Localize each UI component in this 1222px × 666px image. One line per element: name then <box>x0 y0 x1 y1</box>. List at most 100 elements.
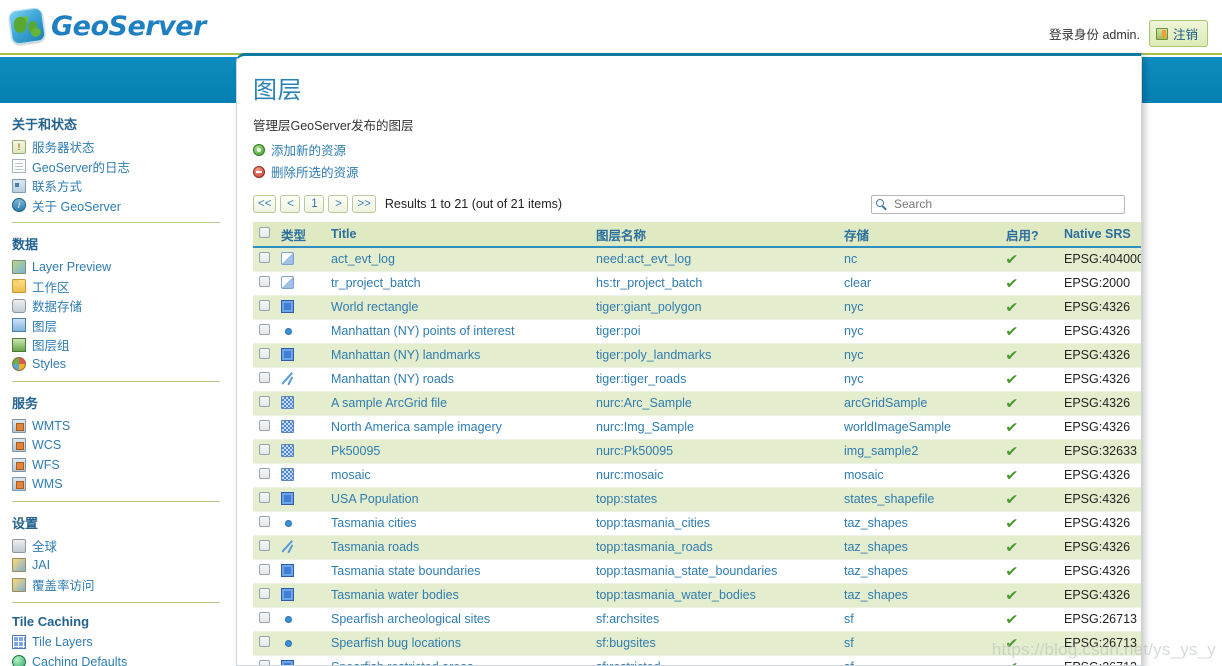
sidebar-item-wmts[interactable]: WMTS <box>12 416 232 436</box>
sidebar-item-[interactable]: 图层 <box>12 316 232 336</box>
row-checkbox[interactable] <box>259 468 270 479</box>
row-layer-name[interactable]: tiger:poly_landmarks <box>590 343 838 368</box>
row-checkbox[interactable] <box>259 444 270 455</box>
row-store-link[interactable]: nc <box>838 247 1000 272</box>
row-store-link[interactable]: nyc <box>838 367 1000 392</box>
row-title-link[interactable]: act_evt_log <box>325 247 590 272</box>
col-layer-name[interactable]: 图层名称 <box>590 222 838 248</box>
row-layer-name[interactable]: topp:states <box>590 487 838 512</box>
row-checkbox[interactable] <box>259 492 270 503</box>
row-checkbox[interactable] <box>259 252 270 264</box>
add-resource-link[interactable]: 添加新的资源 <box>253 140 1125 159</box>
row-title-link[interactable]: Tasmania state boundaries <box>325 559 590 584</box>
row-store-link[interactable]: taz_shapes <box>838 511 1000 536</box>
row-title-link[interactable]: Spearfish bug locations <box>325 631 590 656</box>
sidebar-item-[interactable]: 数据存储 <box>12 296 232 316</box>
row-checkbox[interactable] <box>259 348 270 359</box>
row-title-link[interactable]: Pk50095 <box>325 439 590 464</box>
sidebar-item-wcs[interactable]: WCS <box>12 436 232 456</box>
row-checkbox[interactable] <box>259 420 270 431</box>
row-store-link[interactable]: taz_shapes <box>838 583 1000 608</box>
row-store-link[interactable]: sf <box>838 607 1000 632</box>
row-store-link[interactable]: nyc <box>838 343 1000 368</box>
col-store[interactable]: 存储 <box>838 222 1000 248</box>
sidebar-item-[interactable]: 工作区 <box>12 277 232 297</box>
select-all-checkbox[interactable] <box>259 227 270 238</box>
row-title-link[interactable]: North America sample imagery <box>325 415 590 440</box>
row-layer-name[interactable]: topp:tasmania_cities <box>590 511 838 536</box>
row-title-link[interactable]: Tasmania cities <box>325 511 590 536</box>
pager-first-button[interactable]: << <box>253 195 277 213</box>
row-store-link[interactable]: clear <box>838 271 1000 296</box>
row-store-link[interactable]: taz_shapes <box>838 535 1000 560</box>
row-layer-name[interactable]: tiger:tiger_roads <box>590 367 838 392</box>
row-checkbox[interactable] <box>259 612 270 623</box>
row-checkbox[interactable] <box>259 300 270 311</box>
pager-page-1-button[interactable]: 1 <box>304 195 325 213</box>
row-store-link[interactable]: sf <box>838 655 1000 665</box>
sidebar-item-geoserver[interactable]: 关于 GeoServer <box>12 196 232 216</box>
row-title-link[interactable]: A sample ArcGrid file <box>325 391 590 416</box>
row-layer-name[interactable]: sf:bugsites <box>590 631 838 656</box>
row-checkbox[interactable] <box>259 396 270 407</box>
row-layer-name[interactable]: sf:restricted <box>590 655 838 665</box>
row-title-link[interactable]: Manhattan (NY) landmarks <box>325 343 590 368</box>
row-title-link[interactable]: World rectangle <box>325 295 590 320</box>
row-layer-name[interactable]: nurc:mosaic <box>590 463 838 488</box>
logout-button[interactable]: 注销 <box>1148 20 1208 47</box>
pager-last-button[interactable]: >> <box>352 195 376 213</box>
row-store-link[interactable]: taz_shapes <box>838 559 1000 584</box>
row-store-link[interactable]: mosaic <box>838 463 1000 488</box>
sidebar-item-layer-preview[interactable]: Layer Preview <box>12 257 232 277</box>
row-layer-name[interactable]: topp:tasmania_state_boundaries <box>590 559 838 584</box>
row-store-link[interactable]: img_sample2 <box>838 439 1000 464</box>
row-layer-name[interactable]: nurc:Img_Sample <box>590 415 838 440</box>
row-layer-name[interactable]: nurc:Pk50095 <box>590 439 838 464</box>
col-title[interactable]: Title <box>325 222 590 248</box>
row-title-link[interactable]: Tasmania water bodies <box>325 583 590 608</box>
row-checkbox[interactable] <box>259 564 270 575</box>
row-layer-name[interactable]: topp:tasmania_water_bodies <box>590 583 838 608</box>
pager-next-button[interactable]: > <box>328 195 349 213</box>
row-layer-name[interactable]: need:act_evt_log <box>590 247 838 272</box>
row-title-link[interactable]: Manhattan (NY) points of interest <box>325 319 590 344</box>
row-title-link[interactable]: Spearfish archeological sites <box>325 607 590 632</box>
row-checkbox[interactable] <box>259 588 270 599</box>
row-layer-name[interactable]: tiger:giant_polygon <box>590 295 838 320</box>
sidebar-item-[interactable]: 图层组 <box>12 335 232 355</box>
remove-resource-link[interactable]: 删除所选的资源 <box>253 162 1125 181</box>
row-checkbox[interactable] <box>259 636 270 647</box>
sidebar-item-wfs[interactable]: WFS <box>12 455 232 475</box>
row-title-link[interactable]: Spearfish restricted areas <box>325 655 590 665</box>
row-checkbox[interactable] <box>259 324 270 335</box>
row-layer-name[interactable]: topp:tasmania_roads <box>590 535 838 560</box>
pager-prev-button[interactable]: < <box>280 195 301 213</box>
row-layer-name[interactable]: tiger:poi <box>590 319 838 344</box>
row-title-link[interactable]: USA Population <box>325 487 590 512</box>
row-checkbox[interactable] <box>259 276 270 287</box>
sidebar-item-caching-defaults[interactable]: Caching Defaults <box>12 652 232 666</box>
col-enabled[interactable]: 启用? <box>1000 222 1058 248</box>
row-title-link[interactable]: tr_project_batch <box>325 271 590 296</box>
row-layer-name[interactable]: nurc:Arc_Sample <box>590 391 838 416</box>
col-type[interactable]: 类型 <box>275 222 325 248</box>
row-store-link[interactable]: worldImageSample <box>838 415 1000 440</box>
search-input[interactable] <box>871 194 1125 214</box>
sidebar-item-[interactable]: 服务器状态 <box>12 137 232 157</box>
sidebar-item-[interactable]: 覆盖率访问 <box>12 575 232 595</box>
row-checkbox[interactable] <box>259 516 270 527</box>
sidebar-item-tile-layers[interactable]: Tile Layers <box>12 633 232 653</box>
row-title-link[interactable]: mosaic <box>325 463 590 488</box>
row-title-link[interactable]: Tasmania roads <box>325 535 590 560</box>
row-store-link[interactable]: arcGridSample <box>838 391 1000 416</box>
sidebar-item-[interactable]: 全球 <box>12 536 232 556</box>
sidebar-item-wms[interactable]: WMS <box>12 475 232 495</box>
row-checkbox[interactable] <box>259 660 270 665</box>
sidebar-item-geoserver[interactable]: GeoServer的日志 <box>12 157 232 177</box>
sidebar-item-styles[interactable]: Styles <box>12 355 232 375</box>
sidebar-item-jai[interactable]: JAI <box>12 556 232 576</box>
row-store-link[interactable]: nyc <box>838 319 1000 344</box>
row-layer-name[interactable]: hs:tr_project_batch <box>590 271 838 296</box>
row-store-link[interactable]: nyc <box>838 295 1000 320</box>
row-layer-name[interactable]: sf:archsites <box>590 607 838 632</box>
